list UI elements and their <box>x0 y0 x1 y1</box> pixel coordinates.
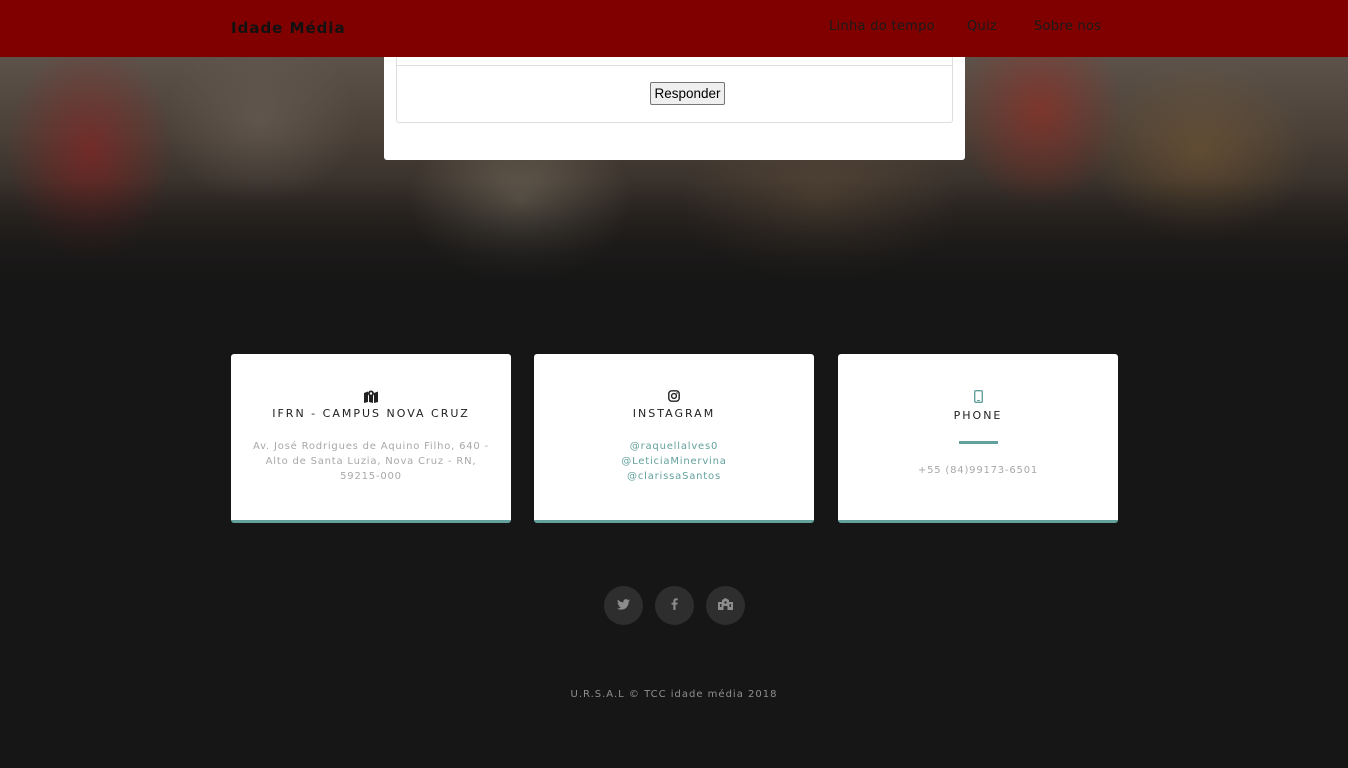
address-text: Av. José Rodrigues de Aquino Filho, 640 … <box>251 439 491 484</box>
phone-number: +55 (84)99173-6501 <box>917 465 1039 476</box>
address-title: IFRN - Campus Nova Cruz <box>272 407 470 420</box>
map-icon <box>231 390 511 404</box>
address-card: IFRN - Campus Nova Cruz Av. José Rodrigu… <box>231 354 511 523</box>
twitter-icon <box>617 597 630 615</box>
address-line: Alto de Santa Luzia, Nova Cruz - RN, <box>265 456 477 467</box>
divider <box>959 441 998 444</box>
address-line: 59215-000 <box>340 471 402 482</box>
instagram-title: Instagram <box>632 407 716 420</box>
school-button[interactable] <box>706 586 745 625</box>
nav-link-quiz[interactable]: Quiz <box>967 19 997 34</box>
address-line: Av. José Rodrigues de Aquino Filho, 640 … <box>253 441 489 452</box>
instagram-handle-link[interactable]: @clarissaSantos <box>554 469 794 484</box>
brand-logo[interactable]: Idade Média <box>231 19 346 37</box>
instagram-icon <box>534 390 814 404</box>
divider <box>397 65 952 66</box>
footer-copyright: U.R.S.A.L © TCC idade média 2018 <box>570 689 778 700</box>
nav-link-about[interactable]: Sobre nos <box>1034 19 1101 34</box>
instagram-handle-link[interactable]: @LeticiaMinervina <box>554 454 794 469</box>
instagram-handle-link[interactable]: @raquellalves0 <box>554 439 794 454</box>
phone-title: Phone <box>953 409 1003 422</box>
instagram-card: Instagram @raquellalves0 @LeticiaMinervi… <box>534 354 814 523</box>
nav-link-timeline[interactable]: Linha do tempo <box>829 19 935 34</box>
navbar: Idade Média Linha do tempo Quiz Sobre no… <box>0 0 1348 57</box>
responder-button[interactable]: Responder <box>650 82 725 105</box>
facebook-icon <box>671 597 678 615</box>
phone-card: Phone +55 (84)99173-6501 <box>838 354 1118 523</box>
school-icon <box>718 597 733 615</box>
quiz-panel: Responder <box>384 40 965 160</box>
mobile-icon <box>838 390 1118 404</box>
twitter-button[interactable] <box>604 586 643 625</box>
facebook-button[interactable] <box>655 586 694 625</box>
instagram-handles: @raquellalves0 @LeticiaMinervina @claris… <box>554 439 794 484</box>
